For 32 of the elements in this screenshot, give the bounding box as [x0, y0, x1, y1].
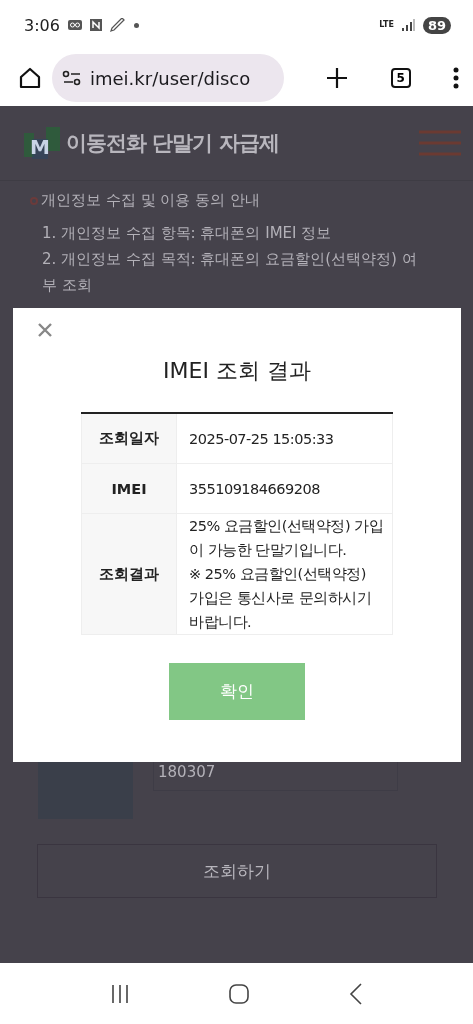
- dialog-title: IMEI 조회 결과: [162, 357, 312, 385]
- notice-heading: 개인정보 수집 및 이용 동의 안내: [41, 191, 260, 210]
- voicemail-icon: [67, 20, 82, 30]
- dot-icon: [133, 22, 139, 28]
- site-settings-icon[interactable]: [62, 70, 82, 86]
- table-cell: 2025-07-25 15:05:33: [176, 413, 393, 464]
- close-icon[interactable]: [37, 322, 53, 338]
- site-title: 이동전화 단말기 자급제: [66, 130, 279, 157]
- table-header-cell: IMEI: [81, 463, 177, 514]
- submit-button[interactable]: 조회하기: [37, 844, 437, 898]
- table-header-cell: 조회결과: [81, 513, 177, 635]
- home-icon[interactable]: [229, 983, 250, 1004]
- table-cell: 25% 요금할인(선택약정) 가입이 가능한 단말기입니다. ※ 25% 요금할인(선택약정) 가입은 통신사로 문의하시기 바랍니다.: [176, 513, 393, 635]
- bullet-icon: [30, 196, 38, 205]
- plus-icon[interactable]: [326, 67, 349, 89]
- recent-apps-icon[interactable]: [109, 983, 130, 1004]
- address-bar[interactable]: imei.kr/user/disco: [52, 54, 284, 102]
- more-icon[interactable]: [453, 67, 459, 89]
- back-icon[interactable]: [349, 982, 364, 1005]
- site-logo[interactable]: M: [24, 127, 60, 159]
- status-time: 3:06: [24, 15, 60, 35]
- tab-count-button[interactable]: 5: [390, 68, 411, 88]
- table-header-cell: 조회일자: [81, 413, 177, 464]
- table-cell: 355109184669208: [176, 463, 393, 514]
- signal-icon: [401, 19, 415, 31]
- notice-text: 2. 개인정보 수집 목적: 휴대폰의 요금할인(선택약정) 여부 조회: [42, 249, 418, 296]
- notification-icon: [89, 19, 102, 31]
- network-label: LTE: [379, 21, 394, 29]
- notice-text: 1. 개인정보 수집 항목: 휴대폰의 IMEI 정보: [42, 223, 333, 244]
- pen-icon: [109, 18, 126, 32]
- home-icon[interactable]: [18, 66, 42, 90]
- battery-level: 89: [422, 16, 451, 34]
